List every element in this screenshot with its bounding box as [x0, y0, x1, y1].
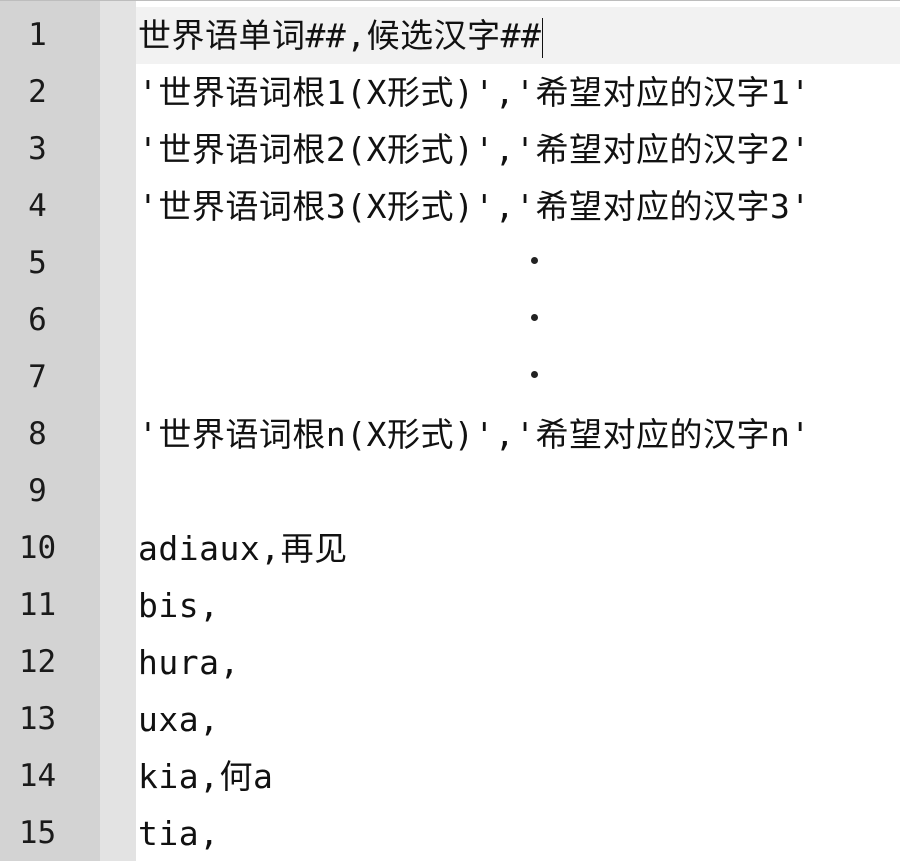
- line-number: 5: [28, 245, 47, 281]
- editor-line[interactable]: 12 hura,: [0, 634, 900, 691]
- editor-line[interactable]: 10 adiaux,再见: [0, 520, 900, 577]
- editor-line[interactable]: 1 世界语单词##,候选汉字##: [0, 7, 900, 64]
- editor-line[interactable]: 4 '世界语词根3(X形式)','希望对应的汉字3': [0, 178, 900, 235]
- editor-line[interactable]: 2 '世界语词根1(X形式)','希望对应的汉字1': [0, 64, 900, 121]
- editor-line[interactable]: 8 '世界语词根n(X形式)','希望对应的汉字n': [0, 406, 900, 463]
- editor-lines: 1 世界语单词##,候选汉字## 2 '世界语词根1(X形式)','希望对应的汉…: [0, 7, 900, 862]
- editor-line[interactable]: 6: [0, 292, 900, 349]
- line-number: 2: [28, 74, 47, 110]
- text-editor[interactable]: 1 世界语单词##,候选汉字## 2 '世界语词根1(X形式)','希望对应的汉…: [0, 0, 900, 861]
- line-number: 12: [18, 644, 57, 680]
- line-number: 8: [28, 416, 47, 452]
- line-text[interactable]: adiaux,再见: [138, 520, 348, 577]
- editor-line[interactable]: 3 '世界语词根2(X形式)','希望对应的汉字2': [0, 121, 900, 178]
- line-number: 4: [28, 188, 47, 224]
- line-text[interactable]: uxa,: [138, 691, 219, 748]
- line-text[interactable]: kia,何a: [138, 748, 273, 805]
- line-text[interactable]: hura,: [138, 634, 240, 691]
- line-number: 14: [18, 758, 57, 794]
- line-number: 13: [18, 701, 57, 737]
- editor-line[interactable]: 15 tia,: [0, 805, 900, 862]
- ellipsis-dot: [531, 257, 538, 264]
- line-number: 11: [18, 587, 57, 623]
- line-text[interactable]: '世界语词根n(X形式)','希望对应的汉字n': [138, 406, 811, 463]
- line-number: 3: [28, 131, 47, 167]
- ellipsis-dot: [531, 314, 538, 321]
- line-text[interactable]: 世界语单词##,候选汉字##: [138, 7, 544, 64]
- line-number: 6: [28, 302, 47, 338]
- line-number: 1: [28, 17, 47, 53]
- line-text[interactable]: tia,: [138, 805, 219, 862]
- ellipsis-dot: [531, 371, 538, 378]
- editor-line[interactable]: 14 kia,何a: [0, 748, 900, 805]
- editor-line[interactable]: 9: [0, 463, 900, 520]
- editor-line[interactable]: 13 uxa,: [0, 691, 900, 748]
- line-number: 10: [18, 530, 57, 566]
- editor-line[interactable]: 7: [0, 349, 900, 406]
- line-number: 7: [28, 359, 47, 395]
- text-caret: [542, 17, 544, 58]
- line-number: 15: [18, 815, 57, 851]
- line-text[interactable]: '世界语词根2(X形式)','希望对应的汉字2': [138, 121, 811, 178]
- line-text[interactable]: '世界语词根3(X形式)','希望对应的汉字3': [138, 178, 811, 235]
- line-number: 9: [28, 473, 47, 509]
- line-text[interactable]: bis,: [138, 577, 219, 634]
- editor-line[interactable]: 11 bis,: [0, 577, 900, 634]
- editor-line[interactable]: 5: [0, 235, 900, 292]
- line-text[interactable]: '世界语词根1(X形式)','希望对应的汉字1': [138, 64, 811, 121]
